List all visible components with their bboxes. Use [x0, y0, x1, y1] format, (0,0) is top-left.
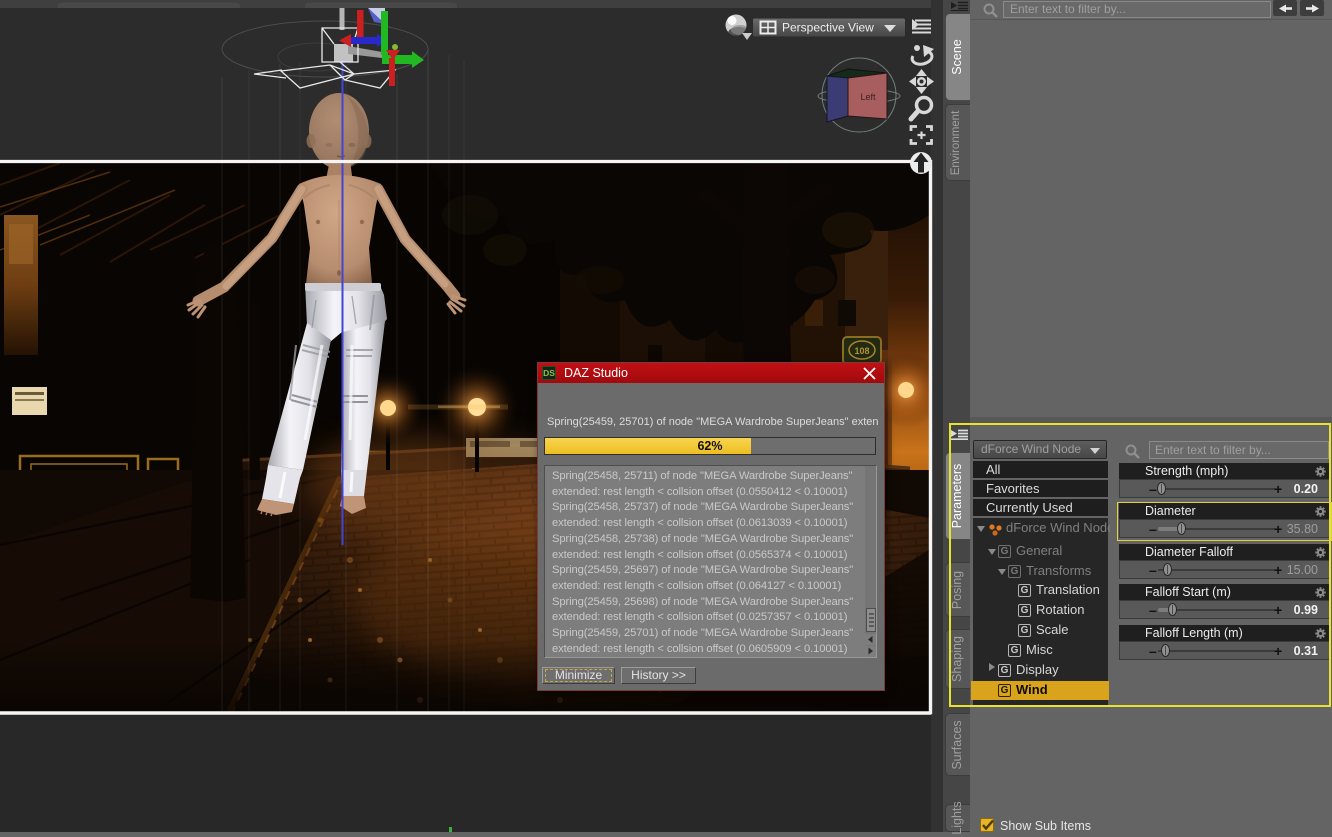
svg-text:Perspective View: Perspective View	[782, 21, 874, 35]
svg-text:108: 108	[854, 346, 869, 356]
svg-text:Left: Left	[860, 92, 876, 102]
